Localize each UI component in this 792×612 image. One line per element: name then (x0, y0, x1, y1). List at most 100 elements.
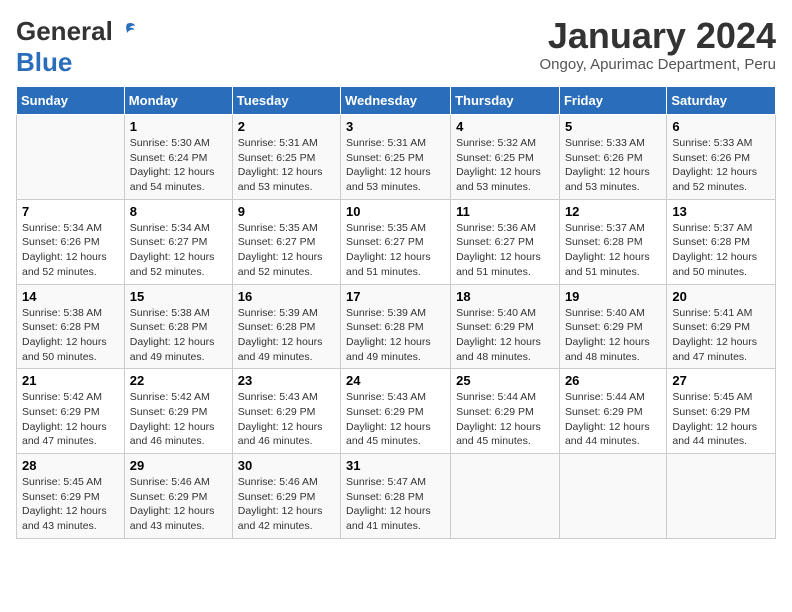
day-number: 11 (456, 204, 554, 219)
cell-info: Sunrise: 5:40 AMSunset: 6:29 PMDaylight:… (456, 307, 541, 363)
day-number: 22 (130, 373, 227, 388)
day-number: 3 (346, 119, 445, 134)
cell-info: Sunrise: 5:35 AMSunset: 6:27 PMDaylight:… (238, 222, 323, 278)
day-number: 21 (22, 373, 119, 388)
cell-info: Sunrise: 5:31 AMSunset: 6:25 PMDaylight:… (238, 137, 323, 193)
day-number: 24 (346, 373, 445, 388)
cell-info: Sunrise: 5:35 AMSunset: 6:27 PMDaylight:… (346, 222, 431, 278)
column-header-monday: Monday (124, 87, 232, 115)
day-number: 30 (238, 458, 335, 473)
day-number: 10 (346, 204, 445, 219)
cell-info: Sunrise: 5:38 AMSunset: 6:28 PMDaylight:… (22, 307, 107, 363)
calendar-cell: 1 Sunrise: 5:30 AMSunset: 6:24 PMDayligh… (124, 115, 232, 200)
calendar-cell: 13 Sunrise: 5:37 AMSunset: 6:28 PMDaylig… (667, 199, 776, 284)
day-number: 17 (346, 289, 445, 304)
day-number: 23 (238, 373, 335, 388)
calendar-cell: 17 Sunrise: 5:39 AMSunset: 6:28 PMDaylig… (341, 284, 451, 369)
day-number: 5 (565, 119, 661, 134)
day-number: 28 (22, 458, 119, 473)
calendar-cell: 21 Sunrise: 5:42 AMSunset: 6:29 PMDaylig… (17, 369, 125, 454)
cell-info: Sunrise: 5:33 AMSunset: 6:26 PMDaylight:… (672, 137, 757, 193)
calendar-cell: 15 Sunrise: 5:38 AMSunset: 6:28 PMDaylig… (124, 284, 232, 369)
logo: General Blue (16, 16, 137, 78)
calendar-cell: 5 Sunrise: 5:33 AMSunset: 6:26 PMDayligh… (559, 115, 666, 200)
calendar-week-3: 14 Sunrise: 5:38 AMSunset: 6:28 PMDaylig… (17, 284, 776, 369)
calendar-cell: 26 Sunrise: 5:44 AMSunset: 6:29 PMDaylig… (559, 369, 666, 454)
cell-info: Sunrise: 5:34 AMSunset: 6:26 PMDaylight:… (22, 222, 107, 278)
calendar-cell: 12 Sunrise: 5:37 AMSunset: 6:28 PMDaylig… (559, 199, 666, 284)
cell-info: Sunrise: 5:31 AMSunset: 6:25 PMDaylight:… (346, 137, 431, 193)
calendar-header-row: SundayMondayTuesdayWednesdayThursdayFrid… (17, 87, 776, 115)
day-number: 1 (130, 119, 227, 134)
column-header-friday: Friday (559, 87, 666, 115)
cell-info: Sunrise: 5:46 AMSunset: 6:29 PMDaylight:… (130, 476, 215, 532)
cell-info: Sunrise: 5:43 AMSunset: 6:29 PMDaylight:… (346, 391, 431, 447)
calendar-week-5: 28 Sunrise: 5:45 AMSunset: 6:29 PMDaylig… (17, 454, 776, 539)
day-number: 9 (238, 204, 335, 219)
cell-info: Sunrise: 5:34 AMSunset: 6:27 PMDaylight:… (130, 222, 215, 278)
day-number: 6 (672, 119, 770, 134)
calendar-cell: 3 Sunrise: 5:31 AMSunset: 6:25 PMDayligh… (341, 115, 451, 200)
day-number: 14 (22, 289, 119, 304)
calendar-cell: 18 Sunrise: 5:40 AMSunset: 6:29 PMDaylig… (451, 284, 560, 369)
page-title: January 2024 (540, 16, 777, 56)
page-subtitle: Ongoy, Apurimac Department, Peru (540, 56, 777, 73)
calendar-cell: 23 Sunrise: 5:43 AMSunset: 6:29 PMDaylig… (232, 369, 340, 454)
day-number: 26 (565, 373, 661, 388)
logo-bird-icon (117, 20, 137, 40)
day-number: 29 (130, 458, 227, 473)
calendar-cell: 25 Sunrise: 5:44 AMSunset: 6:29 PMDaylig… (451, 369, 560, 454)
calendar-cell: 22 Sunrise: 5:42 AMSunset: 6:29 PMDaylig… (124, 369, 232, 454)
calendar-cell: 24 Sunrise: 5:43 AMSunset: 6:29 PMDaylig… (341, 369, 451, 454)
cell-info: Sunrise: 5:39 AMSunset: 6:28 PMDaylight:… (346, 307, 431, 363)
column-header-thursday: Thursday (451, 87, 560, 115)
calendar-cell: 31 Sunrise: 5:47 AMSunset: 6:28 PMDaylig… (341, 454, 451, 539)
calendar-cell: 11 Sunrise: 5:36 AMSunset: 6:27 PMDaylig… (451, 199, 560, 284)
day-number: 18 (456, 289, 554, 304)
day-number: 27 (672, 373, 770, 388)
calendar-cell: 8 Sunrise: 5:34 AMSunset: 6:27 PMDayligh… (124, 199, 232, 284)
day-number: 15 (130, 289, 227, 304)
cell-info: Sunrise: 5:36 AMSunset: 6:27 PMDaylight:… (456, 222, 541, 278)
calendar-week-1: 1 Sunrise: 5:30 AMSunset: 6:24 PMDayligh… (17, 115, 776, 200)
logo-general: General (16, 16, 113, 47)
calendar-cell: 29 Sunrise: 5:46 AMSunset: 6:29 PMDaylig… (124, 454, 232, 539)
calendar-cell: 6 Sunrise: 5:33 AMSunset: 6:26 PMDayligh… (667, 115, 776, 200)
column-header-wednesday: Wednesday (341, 87, 451, 115)
cell-info: Sunrise: 5:32 AMSunset: 6:25 PMDaylight:… (456, 137, 541, 193)
column-header-sunday: Sunday (17, 87, 125, 115)
day-number: 25 (456, 373, 554, 388)
page-header: General Blue January 2024 Ongoy, Apurima… (16, 16, 776, 78)
cell-info: Sunrise: 5:37 AMSunset: 6:28 PMDaylight:… (672, 222, 757, 278)
day-number: 20 (672, 289, 770, 304)
calendar-body: 1 Sunrise: 5:30 AMSunset: 6:24 PMDayligh… (17, 115, 776, 539)
column-header-saturday: Saturday (667, 87, 776, 115)
calendar-week-2: 7 Sunrise: 5:34 AMSunset: 6:26 PMDayligh… (17, 199, 776, 284)
calendar-cell (451, 454, 560, 539)
day-number: 13 (672, 204, 770, 219)
cell-info: Sunrise: 5:44 AMSunset: 6:29 PMDaylight:… (456, 391, 541, 447)
cell-info: Sunrise: 5:33 AMSunset: 6:26 PMDaylight:… (565, 137, 650, 193)
calendar-cell: 30 Sunrise: 5:46 AMSunset: 6:29 PMDaylig… (232, 454, 340, 539)
calendar-cell: 4 Sunrise: 5:32 AMSunset: 6:25 PMDayligh… (451, 115, 560, 200)
cell-info: Sunrise: 5:38 AMSunset: 6:28 PMDaylight:… (130, 307, 215, 363)
calendar-week-4: 21 Sunrise: 5:42 AMSunset: 6:29 PMDaylig… (17, 369, 776, 454)
calendar-cell (17, 115, 125, 200)
cell-info: Sunrise: 5:30 AMSunset: 6:24 PMDaylight:… (130, 137, 215, 193)
cell-info: Sunrise: 5:44 AMSunset: 6:29 PMDaylight:… (565, 391, 650, 447)
calendar-cell: 14 Sunrise: 5:38 AMSunset: 6:28 PMDaylig… (17, 284, 125, 369)
logo-blue: Blue (16, 47, 72, 77)
day-number: 12 (565, 204, 661, 219)
cell-info: Sunrise: 5:43 AMSunset: 6:29 PMDaylight:… (238, 391, 323, 447)
cell-info: Sunrise: 5:45 AMSunset: 6:29 PMDaylight:… (22, 476, 107, 532)
calendar-cell: 19 Sunrise: 5:40 AMSunset: 6:29 PMDaylig… (559, 284, 666, 369)
day-number: 7 (22, 204, 119, 219)
day-number: 16 (238, 289, 335, 304)
calendar-cell (667, 454, 776, 539)
calendar-cell: 16 Sunrise: 5:39 AMSunset: 6:28 PMDaylig… (232, 284, 340, 369)
calendar-cell (559, 454, 666, 539)
day-number: 4 (456, 119, 554, 134)
cell-info: Sunrise: 5:46 AMSunset: 6:29 PMDaylight:… (238, 476, 323, 532)
day-number: 31 (346, 458, 445, 473)
calendar-cell: 9 Sunrise: 5:35 AMSunset: 6:27 PMDayligh… (232, 199, 340, 284)
